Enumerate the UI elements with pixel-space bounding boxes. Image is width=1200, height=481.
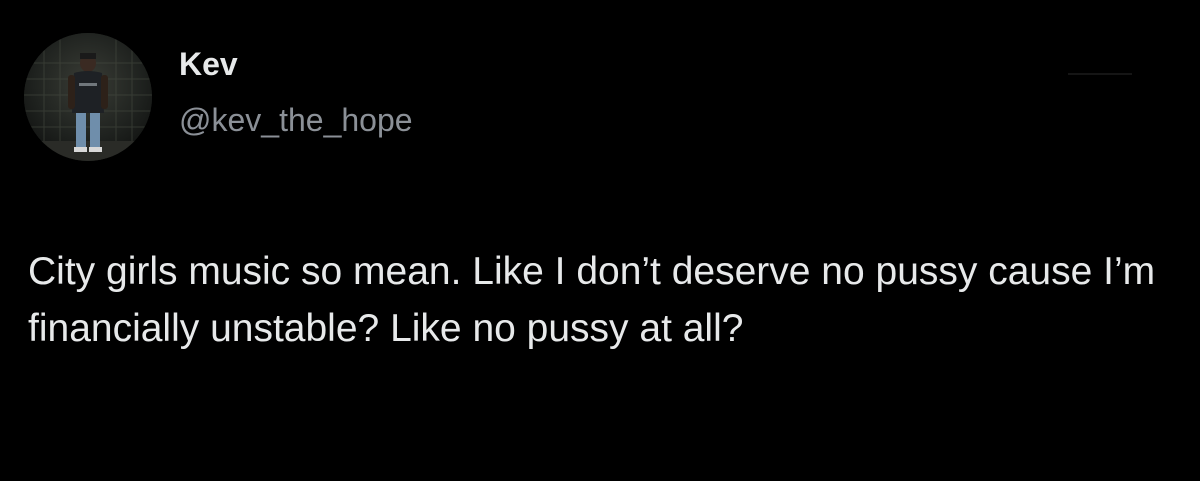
author-names: Kev @kev_the_hope (179, 45, 413, 139)
display-name[interactable]: Kev (179, 45, 413, 83)
profile-photo-icon (24, 33, 152, 161)
tweet-text: City girls music so mean. Like I don’t d… (28, 250, 1156, 350)
tweet-header: Kev @kev_the_hope (24, 32, 413, 162)
avatar[interactable] (24, 33, 152, 161)
tweet-card: Kev @kev_the_hope City girls music so me… (0, 0, 1200, 481)
user-handle[interactable]: @kev_the_hope (179, 101, 413, 139)
scan-artifact-icon (1068, 73, 1132, 75)
